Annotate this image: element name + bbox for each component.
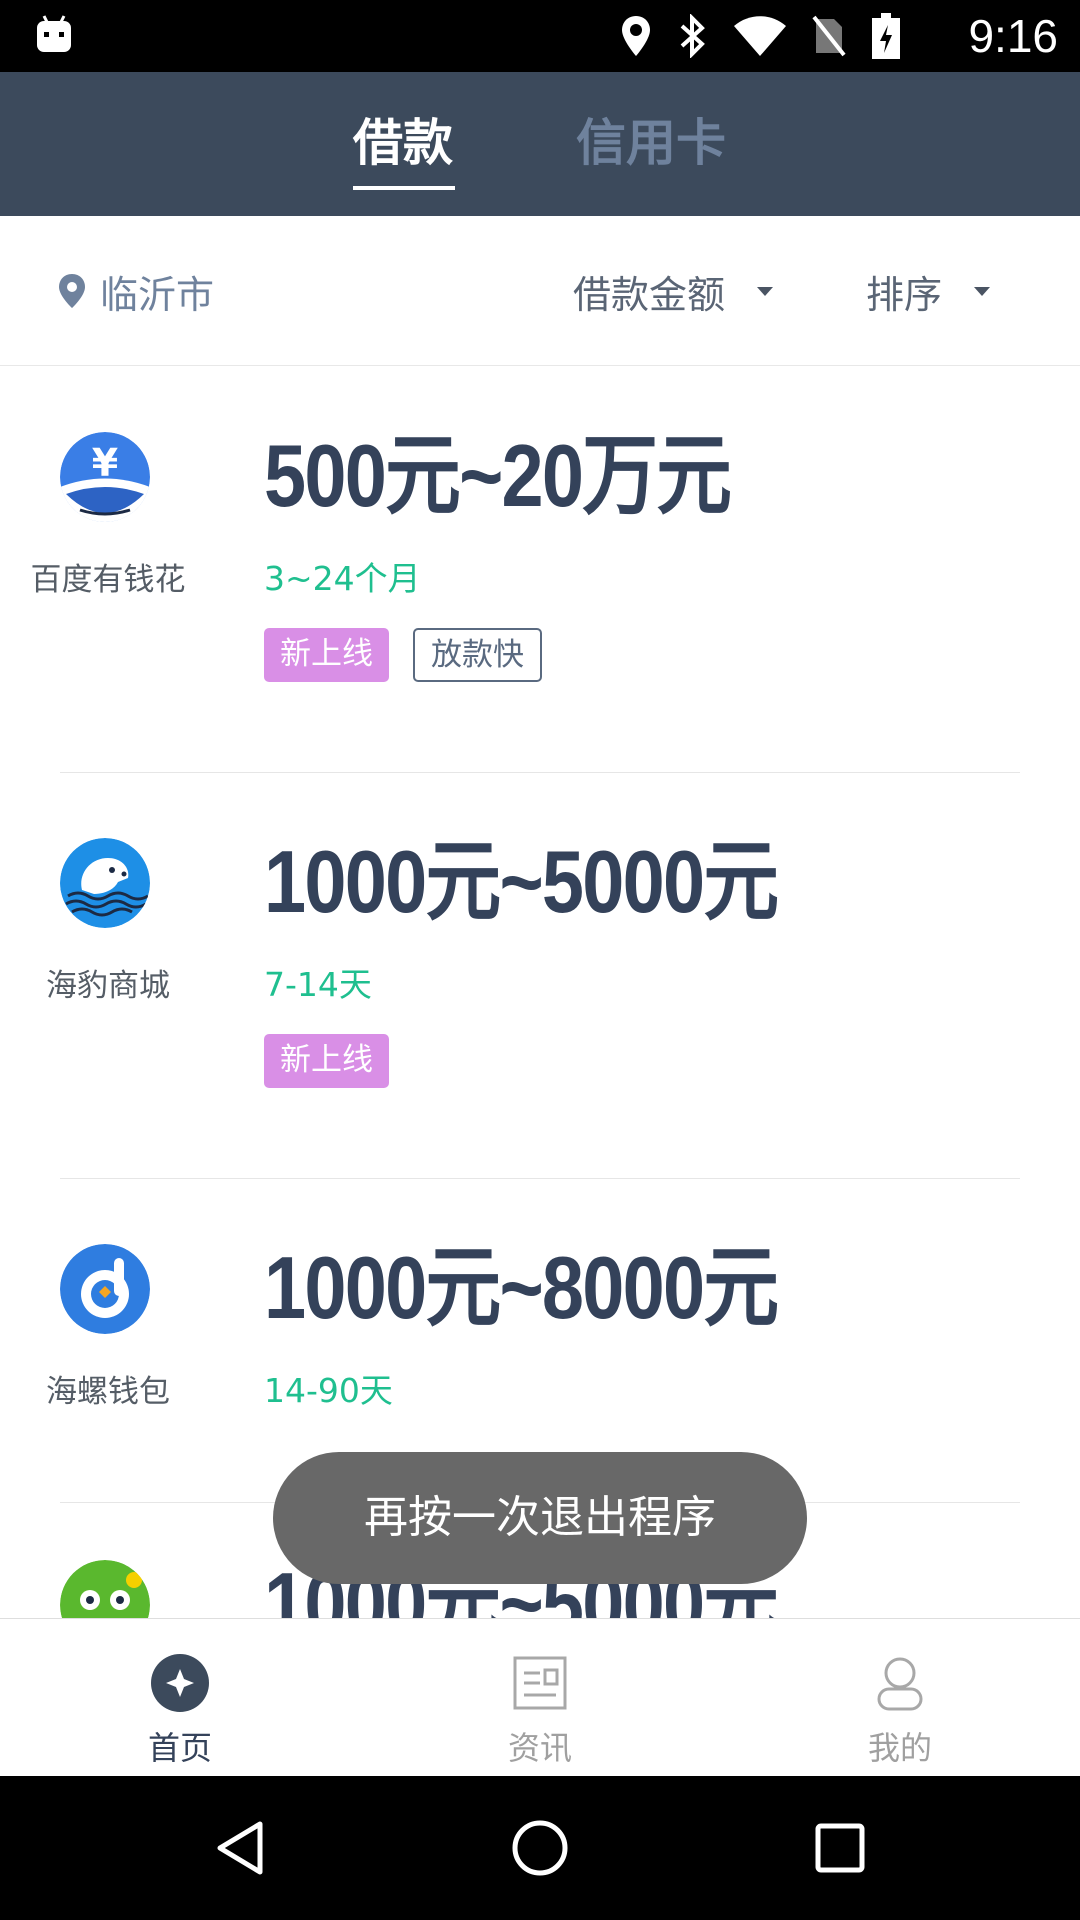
tab-credit-card[interactable]: 信用卡 bbox=[576, 108, 726, 178]
location-selector[interactable]: 临沂市 bbox=[58, 266, 215, 317]
location-label: 临沂市 bbox=[100, 272, 215, 317]
loan-item[interactable]: 海豹商城 1000元~5000元 7-14天 新上线 bbox=[0, 772, 1080, 1178]
nav-profile[interactable]: 我的 bbox=[720, 1619, 1080, 1777]
home-icon[interactable] bbox=[504, 1812, 576, 1884]
caret-down-icon bbox=[974, 286, 991, 296]
system-navigation-bar bbox=[0, 1776, 1080, 1920]
bottom-navigation: 首页 资讯 我的 bbox=[0, 1618, 1080, 1776]
tag-new-online: 新上线 bbox=[264, 1034, 389, 1088]
loan-amount-range: 500元~20万元 bbox=[264, 426, 732, 525]
loan-term: 7-14天 bbox=[264, 965, 372, 1004]
sort-filter[interactable]: 排序 bbox=[866, 266, 991, 317]
no-sim-icon bbox=[812, 15, 846, 57]
tag-fast-payout: 放款快 bbox=[413, 628, 542, 682]
loan-name: 海豹商城 bbox=[46, 968, 170, 1004]
caret-down-icon bbox=[757, 286, 774, 296]
loan-term: 14-90天 bbox=[264, 1371, 393, 1410]
location-icon bbox=[622, 16, 650, 56]
nav-news-label: 资讯 bbox=[507, 1729, 572, 1767]
svg-text:¥: ¥ bbox=[92, 441, 118, 485]
home-compass-icon bbox=[151, 1654, 209, 1712]
green-face-icon bbox=[60, 1560, 150, 1618]
exit-toast: 再按一次退出程序 bbox=[273, 1452, 807, 1584]
news-icon bbox=[513, 1656, 567, 1710]
loan-amount-range: 1000元~8000元 bbox=[264, 1238, 779, 1337]
loan-list: ¥ 百度有钱花 500元~20万元 3~24个月 新上线 放款快 海豹商城 10… bbox=[0, 366, 1080, 1618]
conch-wallet-icon bbox=[60, 1244, 150, 1334]
sort-label: 排序 bbox=[866, 272, 943, 317]
active-tab-indicator bbox=[353, 186, 455, 190]
nav-profile-label: 我的 bbox=[867, 1729, 932, 1767]
status-time: 9:16 bbox=[968, 10, 1058, 62]
loan-amount-label: 借款金额 bbox=[573, 272, 726, 317]
loan-item[interactable]: ¥ 百度有钱花 500元~20万元 3~24个月 新上线 放款快 bbox=[0, 366, 1080, 772]
seal-icon bbox=[60, 838, 150, 928]
wifi-icon bbox=[734, 16, 786, 56]
tag-new-online: 新上线 bbox=[264, 628, 389, 682]
loan-name: 海螺钱包 bbox=[46, 1374, 170, 1410]
location-pin-icon bbox=[59, 274, 85, 308]
battery-charging-icon bbox=[872, 13, 900, 59]
back-icon[interactable] bbox=[206, 1812, 278, 1884]
tab-loan[interactable]: 借款 bbox=[353, 108, 453, 178]
android-robot-icon bbox=[37, 15, 71, 52]
top-tab-bar: 借款 信用卡 bbox=[0, 72, 1080, 216]
nav-news[interactable]: 资讯 bbox=[360, 1619, 720, 1777]
profile-icon bbox=[877, 1657, 923, 1711]
status-bar: 9:16 bbox=[0, 0, 1080, 72]
bluetooth-icon bbox=[680, 14, 705, 58]
loan-name: 百度有钱花 bbox=[30, 562, 186, 598]
baidu-youqianhua-icon: ¥ bbox=[60, 432, 150, 522]
loan-amount-range: 1000元~5000元 bbox=[264, 832, 779, 931]
loan-term: 3~24个月 bbox=[264, 559, 421, 598]
filter-bar: 临沂市 借款金额 排序 bbox=[0, 216, 1080, 366]
nav-home-label: 首页 bbox=[147, 1729, 212, 1767]
nav-home[interactable]: 首页 bbox=[0, 1619, 360, 1777]
loan-amount-filter[interactable]: 借款金额 bbox=[573, 266, 774, 317]
recents-icon[interactable] bbox=[804, 1812, 876, 1884]
